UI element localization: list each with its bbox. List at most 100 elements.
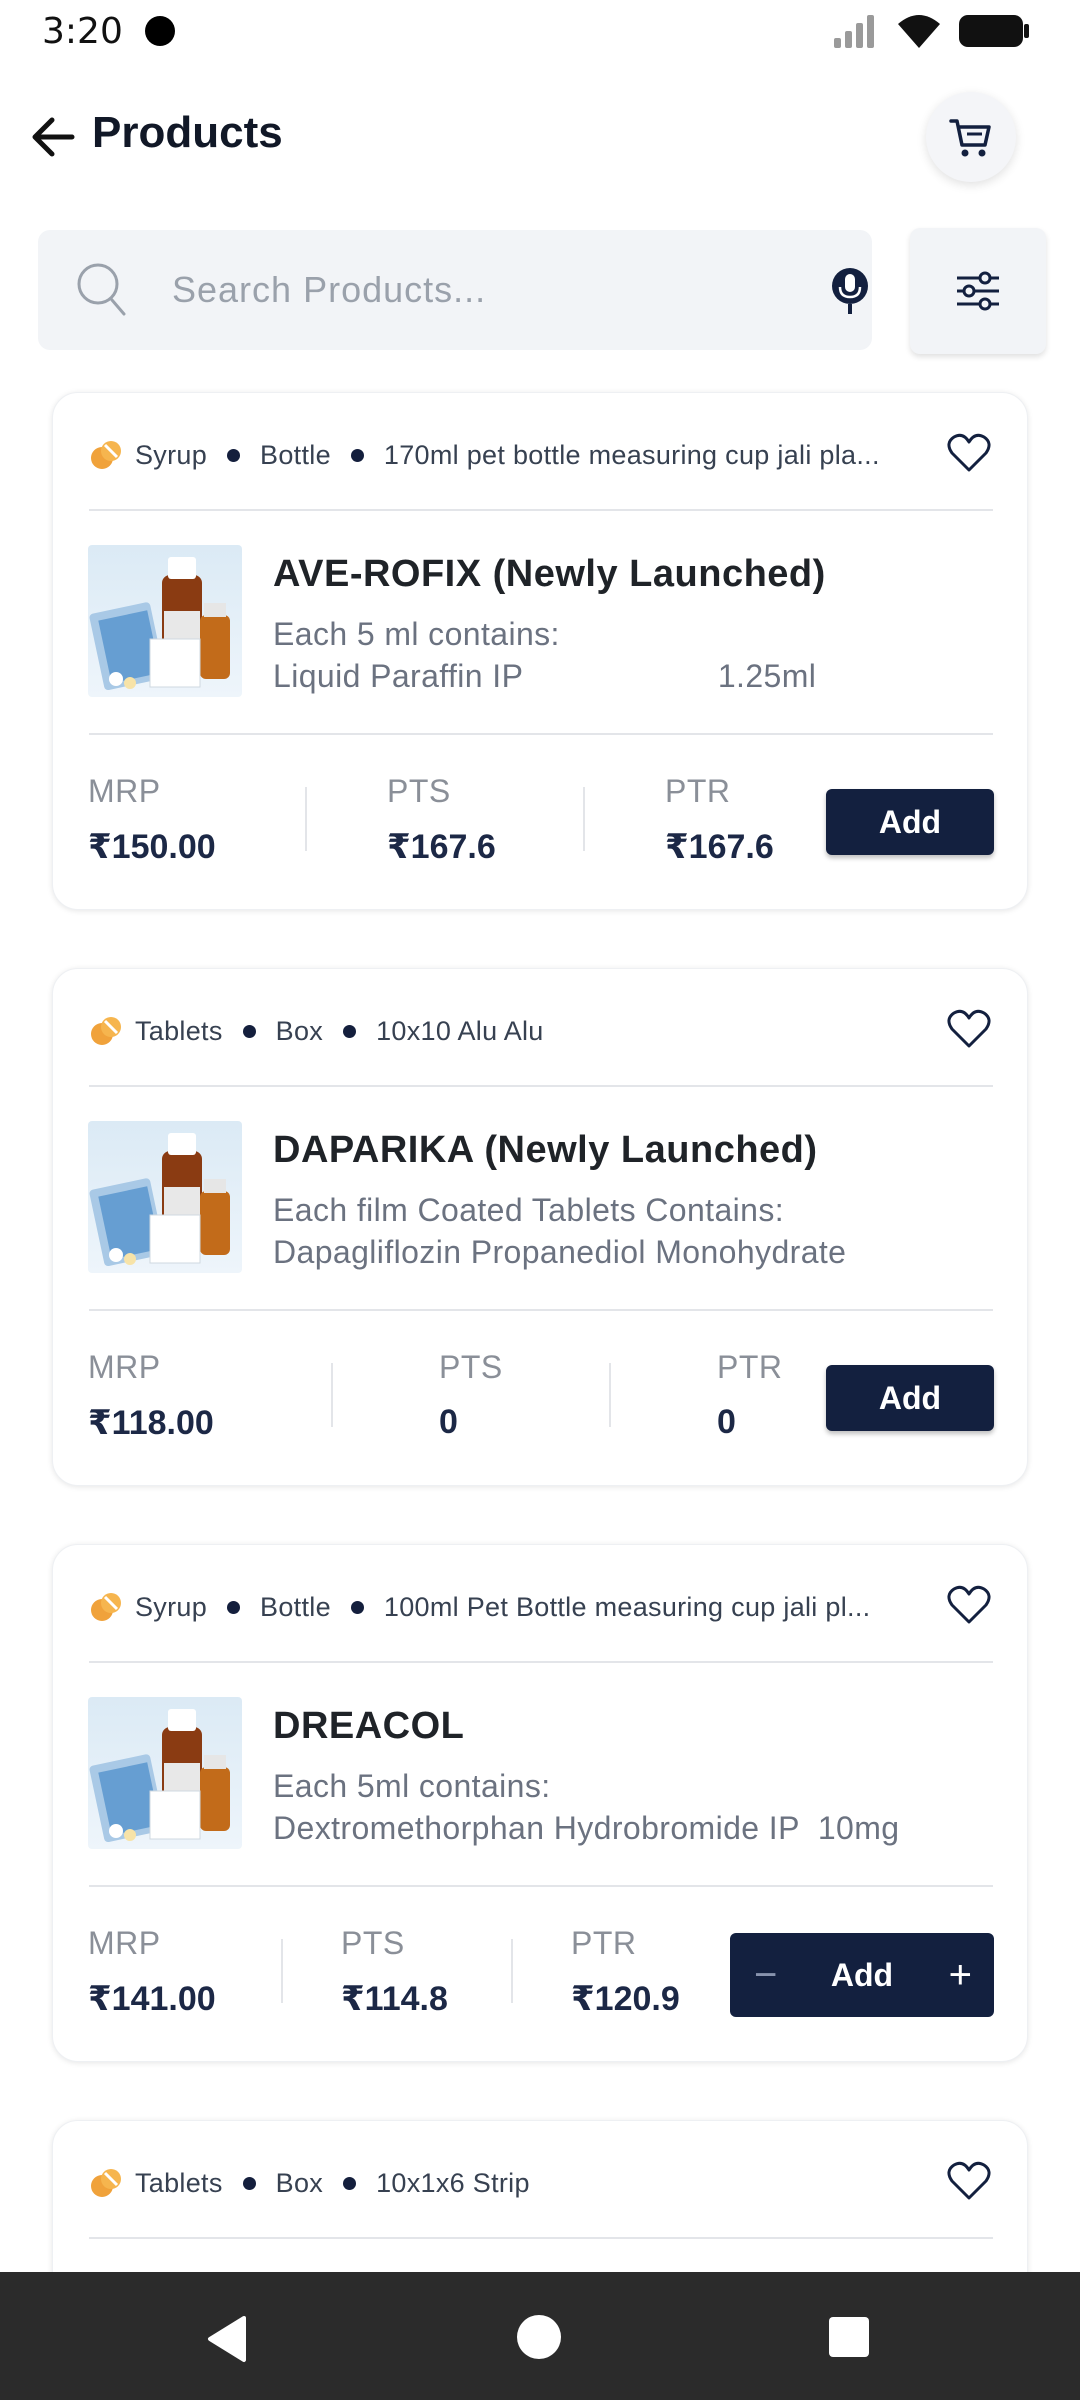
divider bbox=[331, 1363, 333, 1427]
product-form: Syrup bbox=[135, 1591, 208, 1622]
add-button[interactable]: Add bbox=[826, 789, 994, 855]
product-image bbox=[88, 1697, 242, 1849]
divider bbox=[281, 1939, 283, 2003]
product-container: Box bbox=[275, 1015, 324, 1046]
page-title: Products bbox=[92, 108, 283, 157]
product-name: DREACOL bbox=[273, 1705, 465, 1747]
pill-icon bbox=[91, 1017, 121, 1045]
cart-icon bbox=[949, 119, 991, 157]
search-input[interactable] bbox=[172, 230, 792, 350]
search-bar bbox=[38, 230, 872, 350]
mrp-value: ₹150.00 bbox=[88, 828, 216, 866]
status-time: 3:20 bbox=[42, 10, 123, 52]
quantity-stepper[interactable]: − Add + bbox=[730, 1933, 994, 2017]
pts-value: 0 bbox=[439, 1403, 458, 1441]
nav-back-icon[interactable] bbox=[204, 2314, 250, 2364]
ptr-value: ₹167.6 bbox=[665, 828, 774, 866]
status-bar: 3:20 bbox=[0, 0, 1080, 62]
product-meta-row: Syrup Bottle 100ml Pet Bottle measuring … bbox=[89, 1583, 991, 1631]
product-image bbox=[88, 545, 242, 697]
wifi-icon bbox=[898, 15, 940, 48]
ptr-value: ₹120.9 bbox=[571, 1980, 680, 2018]
product-description-line1: Each film Coated Tablets Contains: bbox=[273, 1192, 785, 1228]
app-header: Products bbox=[0, 88, 1080, 184]
divider bbox=[89, 733, 993, 735]
nav-recents-icon[interactable] bbox=[828, 2316, 870, 2358]
battery-icon bbox=[959, 15, 1029, 47]
divider bbox=[89, 1309, 993, 1311]
divider bbox=[305, 787, 307, 851]
separator-dot bbox=[227, 1600, 241, 1614]
ptr-value: 0 bbox=[717, 1403, 736, 1441]
notification-dot-icon bbox=[144, 16, 175, 46]
product-card[interactable]: Tablets Box 10x10 Alu Alu DAPARIKA (Newl… bbox=[52, 968, 1028, 1486]
mrp-label: MRP bbox=[88, 773, 161, 809]
system-navigation-bar bbox=[0, 2272, 1080, 2400]
product-pack: 170ml pet bottle measuring cup jali pla.… bbox=[383, 439, 880, 470]
increment-button[interactable]: + bbox=[949, 1953, 972, 1998]
filter-sliders-icon bbox=[957, 271, 999, 311]
product-pack: 10x1x6 Strip bbox=[376, 2167, 530, 2198]
product-description-line2: Liquid Paraffin IP 1.25ml bbox=[273, 658, 817, 694]
separator-dot bbox=[343, 1024, 357, 1038]
product-description-line2: Dextromethorphan Hydrobromide IP 10mg bbox=[273, 1810, 900, 1846]
product-pack: 10x10 Alu Alu bbox=[376, 1015, 544, 1046]
divider bbox=[89, 1085, 993, 1087]
product-container: Bottle bbox=[260, 1591, 331, 1622]
heart-icon[interactable] bbox=[947, 2161, 991, 2201]
divider bbox=[609, 1363, 611, 1427]
product-meta-row: Tablets Box 10x10 Alu Alu bbox=[89, 1007, 991, 1055]
status-icons bbox=[832, 12, 1030, 50]
separator-dot bbox=[350, 448, 364, 462]
ptr-label: PTR bbox=[665, 773, 731, 809]
add-button[interactable]: Add bbox=[826, 1365, 994, 1431]
product-form: Syrup bbox=[135, 439, 208, 470]
divider bbox=[89, 509, 993, 511]
arrow-left-icon bbox=[32, 117, 75, 157]
mrp-value: ₹141.00 bbox=[88, 1980, 216, 2018]
pts-value: ₹167.6 bbox=[387, 828, 496, 866]
signal-icon bbox=[834, 15, 874, 48]
separator-dot bbox=[343, 2176, 357, 2190]
divider bbox=[89, 2237, 993, 2239]
filter-button[interactable] bbox=[910, 228, 1046, 354]
pts-label: PTS bbox=[439, 1349, 503, 1385]
pill-icon bbox=[91, 1593, 121, 1621]
product-form: Tablets bbox=[135, 2167, 223, 2198]
pts-label: PTS bbox=[341, 1925, 405, 1961]
mrp-value: ₹118.00 bbox=[88, 1404, 214, 1442]
product-container: Box bbox=[275, 2167, 324, 2198]
separator-dot bbox=[242, 1024, 256, 1038]
heart-icon[interactable] bbox=[947, 1585, 991, 1625]
back-button[interactable] bbox=[24, 108, 82, 166]
product-card[interactable]: Syrup Bottle 170ml pet bottle measuring … bbox=[52, 392, 1028, 910]
pill-icon bbox=[91, 441, 121, 469]
mic-icon[interactable] bbox=[826, 266, 874, 316]
separator-dot bbox=[350, 1600, 364, 1614]
product-description-line1: Each 5ml contains: bbox=[273, 1768, 551, 1804]
mrp-label: MRP bbox=[88, 1349, 161, 1385]
divider bbox=[583, 787, 585, 851]
divider bbox=[89, 1661, 993, 1663]
ptr-label: PTR bbox=[717, 1349, 783, 1385]
product-container: Bottle bbox=[260, 439, 331, 470]
product-meta-row: Tablets Box 10x1x6 Strip bbox=[89, 2159, 991, 2207]
heart-icon[interactable] bbox=[947, 1009, 991, 1049]
product-meta-row: Syrup Bottle 170ml pet bottle measuring … bbox=[89, 431, 991, 479]
heart-icon[interactable] bbox=[947, 433, 991, 473]
pill-icon bbox=[91, 2169, 121, 2197]
product-pack: 100ml Pet Bottle measuring cup jali pl..… bbox=[383, 1591, 871, 1622]
product-card[interactable]: Syrup Bottle 100ml Pet Bottle measuring … bbox=[52, 1544, 1028, 2062]
separator-dot bbox=[242, 2176, 256, 2190]
nav-home-icon[interactable] bbox=[516, 2314, 562, 2360]
product-image bbox=[88, 1121, 242, 1273]
product-form: Tablets bbox=[135, 1015, 223, 1046]
ptr-label: PTR bbox=[571, 1925, 637, 1961]
mrp-label: MRP bbox=[88, 1925, 161, 1961]
product-name: DAPARIKA (Newly Launched) bbox=[273, 1129, 818, 1171]
divider bbox=[511, 1939, 513, 2003]
cart-button[interactable] bbox=[926, 92, 1016, 182]
separator-dot bbox=[227, 448, 241, 462]
product-description-line2: Dapagliflozin Propanediol Monohydrate bbox=[273, 1234, 847, 1270]
pts-label: PTS bbox=[387, 773, 451, 809]
